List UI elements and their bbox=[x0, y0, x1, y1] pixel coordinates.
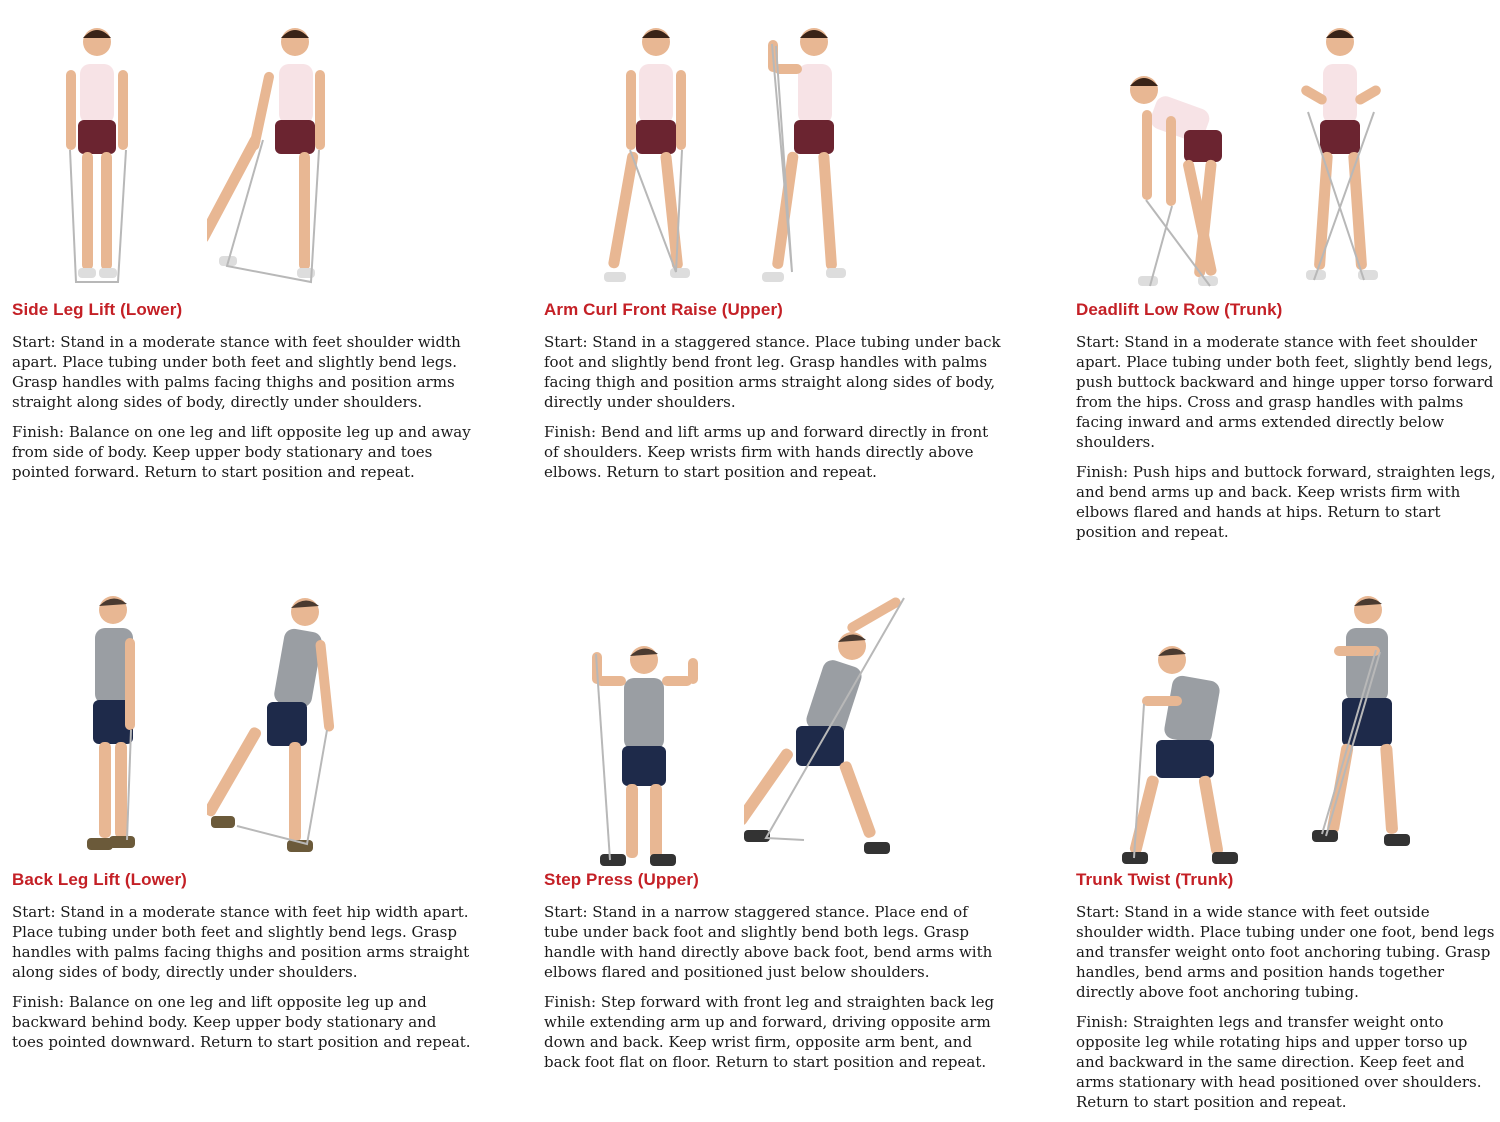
exercise-title: Deadlift Low Row (Trunk) bbox=[1076, 300, 1283, 319]
exercise-card-deadlift-low-row: Deadlift Low Row (Trunk) Start: Stand in… bbox=[1076, 10, 1496, 552]
finish-instructions: Finish: Straighten legs and transfer wei… bbox=[1076, 1013, 1482, 1111]
exercise-title: Step Press (Upper) bbox=[544, 870, 699, 889]
finish-instructions: Finish: Balance on one leg and lift oppo… bbox=[12, 423, 471, 481]
exercise-card-trunk-twist: Trunk Twist (Trunk) Start: Stand in a wi… bbox=[1076, 580, 1496, 1122]
exercise-title: Side Leg Lift (Lower) bbox=[12, 300, 183, 319]
finish-instructions: Finish: Step forward with front leg and … bbox=[544, 993, 995, 1071]
exercise-photos bbox=[12, 580, 472, 870]
man-finish-figure bbox=[744, 597, 905, 854]
man-start-figure bbox=[1122, 646, 1238, 864]
start-instructions: Start: Stand in a narrow staggered stanc… bbox=[544, 903, 993, 981]
man-finish-figure bbox=[207, 598, 335, 852]
exercise-title: Arm Curl Front Raise (Upper) bbox=[544, 300, 783, 319]
exercise-photos bbox=[12, 10, 472, 300]
finish-instructions: Finish: Bend and lift arms up and forwar… bbox=[544, 423, 989, 481]
man-finish-figure bbox=[1312, 596, 1410, 846]
woman-start-figure bbox=[66, 28, 128, 283]
exercise-photos bbox=[1076, 580, 1496, 870]
exercise-title: Trunk Twist (Trunk) bbox=[1076, 870, 1234, 889]
start-instructions: Start: Stand in a staggered stance. Plac… bbox=[544, 333, 1001, 411]
woman-finish-figure bbox=[1301, 28, 1381, 281]
exercise-title: Back Leg Lift (Lower) bbox=[12, 870, 187, 889]
start-instructions: Start: Stand in a moderate stance with f… bbox=[12, 333, 461, 411]
exercise-card-step-press: Step Press (Upper) Start: Stand in a nar… bbox=[544, 580, 1004, 1082]
woman-start-figure bbox=[1130, 76, 1222, 287]
man-start-figure bbox=[592, 646, 698, 866]
start-instructions: Start: Stand in a moderate stance with f… bbox=[1076, 333, 1494, 451]
finish-instructions: Finish: Balance on one leg and lift oppo… bbox=[12, 993, 471, 1051]
finish-instructions: Finish: Push hips and buttock forward, s… bbox=[1076, 463, 1496, 541]
exercise-card-back-leg-lift: Back Leg Lift (Lower) Start: Stand in a … bbox=[12, 580, 472, 1062]
exercise-card-arm-curl-front-raise: Arm Curl Front Raise (Upper) Start: Stan… bbox=[544, 10, 1004, 492]
exercise-photos bbox=[544, 580, 1004, 870]
man-start-figure bbox=[87, 596, 135, 850]
woman-finish-figure bbox=[762, 28, 846, 282]
exercise-photos bbox=[1076, 10, 1496, 300]
exercise-card-side-leg-lift: Side Leg Lift (Lower) Start: Stand in a … bbox=[12, 10, 472, 492]
start-instructions: Start: Stand in a moderate stance with f… bbox=[12, 903, 470, 981]
woman-finish-figure bbox=[207, 28, 325, 284]
woman-start-figure bbox=[604, 28, 690, 282]
start-instructions: Start: Stand in a wide stance with feet … bbox=[1076, 903, 1495, 1001]
exercise-photos bbox=[544, 10, 1004, 300]
